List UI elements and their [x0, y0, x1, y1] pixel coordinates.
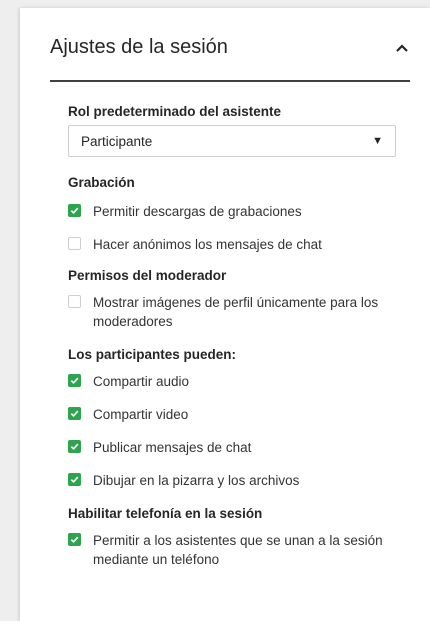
moderator-section-label: Permisos del moderador [68, 268, 227, 283]
session-settings-panel: Ajustes de la sesión Rol predeterminado … [20, 8, 430, 621]
option-label: Mostrar imágenes de perfil únicamente pa… [93, 295, 379, 329]
chevron-up-icon[interactable] [394, 40, 410, 56]
check-icon [70, 476, 79, 484]
checkbox-allow-recording-downloads[interactable] [68, 204, 81, 217]
option-phone-join[interactable]: Permitir a los asistentes que se unan a … [68, 531, 408, 569]
option-label: Permitir a los asistentes que se unan a … [93, 533, 383, 567]
checkbox-moderator-profile-images[interactable] [68, 295, 81, 308]
panel-header[interactable]: Ajustes de la sesión [50, 36, 410, 59]
option-anonymize-chat[interactable]: Hacer anónimos los mensajes de chat [68, 235, 408, 254]
option-label: Hacer anónimos los mensajes de chat [93, 237, 322, 252]
checkbox-share-audio[interactable] [68, 374, 81, 387]
header-divider [50, 80, 410, 82]
default-role-value: Participante [81, 133, 153, 149]
caret-down-icon: ▼ [372, 135, 383, 147]
check-icon [70, 410, 79, 418]
role-section-label: Rol predeterminado del asistente [68, 104, 282, 119]
default-role-select[interactable]: Participante ▼ [68, 125, 396, 157]
option-label: Compartir video [93, 407, 189, 422]
check-icon [70, 377, 79, 385]
option-share-video[interactable]: Compartir video [68, 405, 408, 424]
option-label: Compartir audio [93, 374, 190, 389]
option-moderator-profile-images[interactable]: Mostrar imágenes de perfil únicamente pa… [68, 293, 408, 331]
checkbox-draw-whiteboard[interactable] [68, 473, 81, 486]
telephony-section-label: Habilitar telefonía en la sesión [68, 506, 263, 521]
check-icon [70, 536, 79, 544]
check-icon [70, 443, 79, 451]
option-label: Publicar mensajes de chat [93, 440, 252, 455]
checkbox-share-video[interactable] [68, 407, 81, 420]
option-label: Dibujar en la pizarra y los archivos [93, 473, 300, 488]
checkbox-post-chat[interactable] [68, 440, 81, 453]
panel-title: Ajustes de la sesión [50, 36, 228, 58]
checkbox-phone-join[interactable] [68, 533, 81, 546]
option-post-chat[interactable]: Publicar mensajes de chat [68, 438, 408, 457]
recording-section-label: Grabación [68, 175, 135, 190]
check-icon [70, 207, 79, 215]
option-allow-recording-downloads[interactable]: Permitir descargas de grabaciones [68, 202, 408, 221]
option-label: Permitir descargas de grabaciones [93, 204, 302, 219]
checkbox-anonymize-chat[interactable] [68, 237, 81, 250]
option-share-audio[interactable]: Compartir audio [68, 372, 408, 391]
settings-content: Rol predeterminado del asistente Partici… [68, 104, 408, 569]
option-draw-whiteboard[interactable]: Dibujar en la pizarra y los archivos [68, 471, 408, 490]
participants-section-label: Los participantes pueden: [68, 347, 237, 362]
